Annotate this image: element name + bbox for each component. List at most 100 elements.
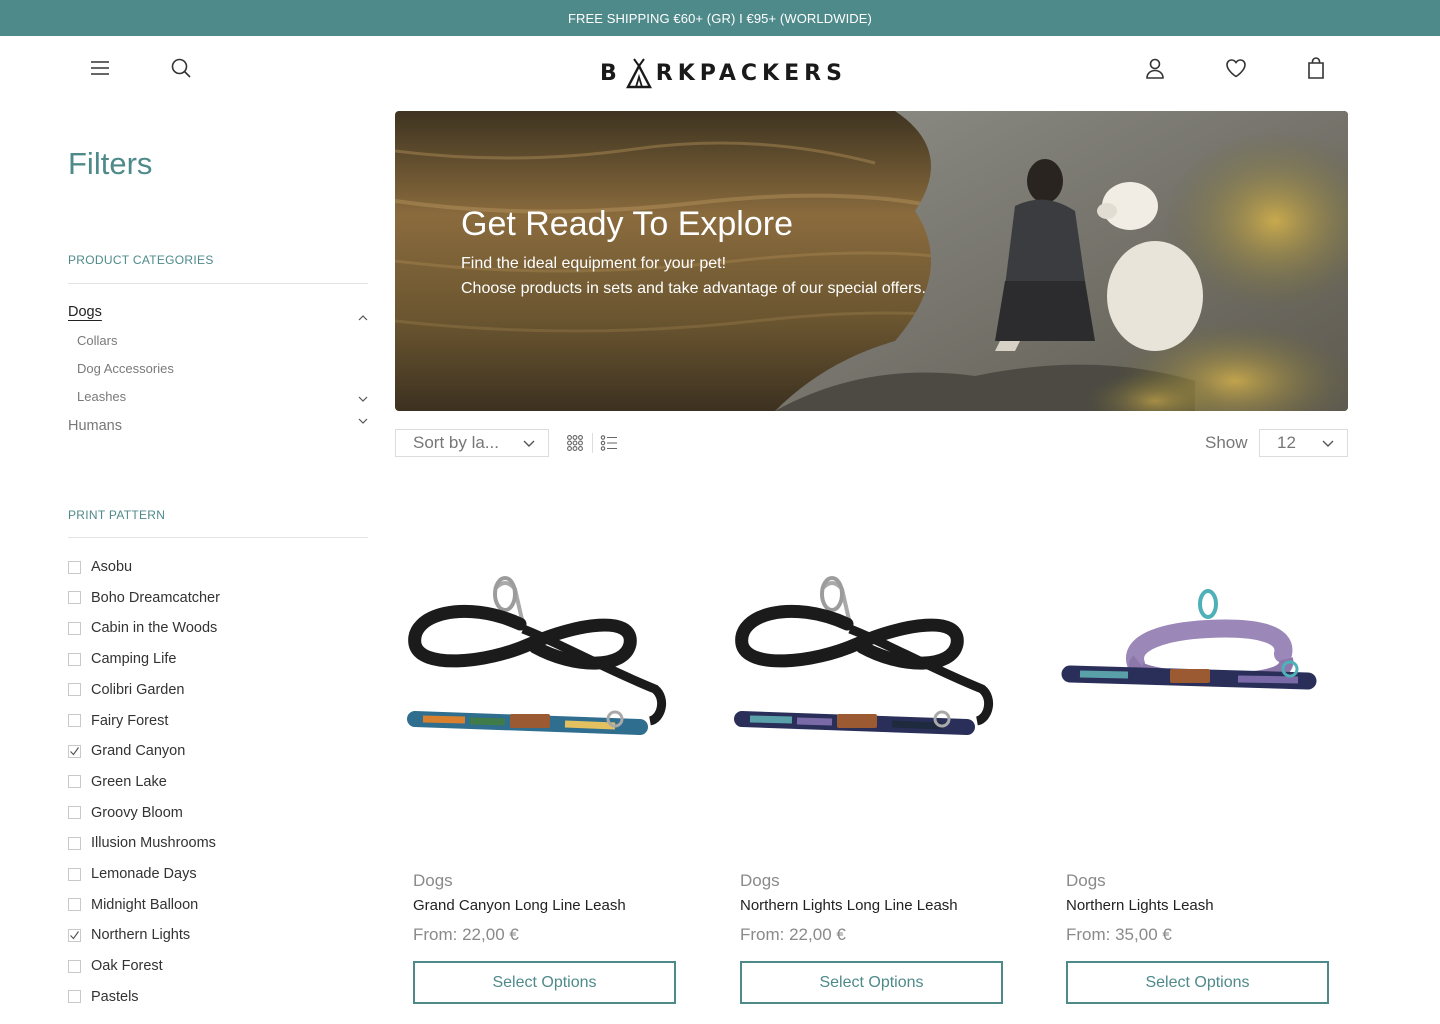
sort-value: Sort by la... xyxy=(413,433,499,452)
product-image-link[interactable] xyxy=(722,463,1012,855)
checkbox[interactable] xyxy=(68,683,81,697)
select-options-button[interactable]: Select Options xyxy=(413,961,676,1004)
pattern-filter-item[interactable]: Midnight Balloon xyxy=(68,895,198,915)
checkbox-checked[interactable] xyxy=(68,744,81,758)
product-price: From: 22,00 € xyxy=(740,925,846,944)
checkbox[interactable] xyxy=(68,775,81,789)
subcategory-leashes[interactable]: Leashes xyxy=(77,389,126,404)
list-view-icon[interactable] xyxy=(600,434,618,452)
heart-icon[interactable] xyxy=(1224,56,1248,80)
pattern-filter-item[interactable]: Pastels xyxy=(68,987,139,1007)
sort-select[interactable]: Sort by la... xyxy=(395,429,549,457)
pattern-filter-item[interactable]: Green Lake xyxy=(68,772,167,792)
subcategory-dog-accessories[interactable]: Dog Accessories xyxy=(77,361,174,376)
checkbox[interactable] xyxy=(68,714,81,727)
checkbox[interactable] xyxy=(68,806,81,820)
pattern-filter-item[interactable]: Colibri Garden xyxy=(68,680,185,700)
teepee-icon xyxy=(625,58,652,89)
show-label: Show xyxy=(1205,433,1248,452)
pattern-filter-item[interactable]: Lemonade Days xyxy=(68,864,197,884)
hero-banner: Get Ready To Explore Find the ideal equi… xyxy=(395,111,1348,411)
pattern-filter-label: Northern Lights xyxy=(91,927,191,944)
pattern-filter-label: Groovy Bloom xyxy=(91,804,183,821)
divider xyxy=(592,433,593,453)
product-category[interactable]: Dogs xyxy=(740,871,780,891)
pattern-filter-label: Oak Forest xyxy=(91,958,163,975)
pattern-filter-item[interactable]: Groovy Bloom xyxy=(68,803,183,823)
pattern-filter-item[interactable]: Northern Lights xyxy=(68,925,190,945)
checkbox[interactable] xyxy=(68,560,81,574)
pattern-filter-label: Illusion Mushrooms xyxy=(91,835,216,852)
select-options-button[interactable]: Select Options xyxy=(1066,961,1329,1004)
category-dogs[interactable]: Dogs xyxy=(68,304,102,320)
per-page-value: 12 xyxy=(1277,433,1296,452)
pattern-filter-label: Fairy Forest xyxy=(91,712,169,729)
brand-logo[interactable]: B RKPACKERS xyxy=(600,56,847,90)
product-category[interactable]: Dogs xyxy=(413,871,453,891)
logo-text-left: B xyxy=(600,60,622,86)
product-price: From: 22,00 € xyxy=(413,925,519,944)
check-icon xyxy=(70,931,79,940)
pattern-filter-item[interactable]: Boho Dreamcatcher xyxy=(68,588,220,608)
checkbox[interactable] xyxy=(68,867,81,881)
hero-subtitle-line-2: Choose products in sets and take advanta… xyxy=(461,280,926,297)
pattern-filter-label: Grand Canyon xyxy=(91,743,186,760)
chevron-down-icon xyxy=(523,440,535,447)
chevron-up-icon[interactable] xyxy=(356,311,370,325)
checkbox[interactable] xyxy=(68,836,81,850)
pattern-filter-item[interactable]: Fairy Forest xyxy=(68,711,168,731)
pattern-filter-item[interactable]: Asobu xyxy=(68,557,132,577)
hero-title: Get Ready To Explore xyxy=(461,205,793,243)
checkbox[interactable] xyxy=(68,990,81,1004)
checkbox-checked[interactable] xyxy=(68,928,81,942)
select-options-button[interactable]: Select Options xyxy=(740,961,1003,1004)
checkbox[interactable] xyxy=(68,591,81,605)
print-pattern-label: PRINT PATTERN xyxy=(68,508,166,522)
product-image xyxy=(407,576,667,735)
product-name[interactable]: Northern Lights Long Line Leash xyxy=(740,897,958,914)
pattern-filter-label: Lemonade Days xyxy=(91,866,197,882)
bag-icon[interactable] xyxy=(1304,56,1328,80)
chevron-down-icon[interactable] xyxy=(356,392,370,406)
checkbox[interactable] xyxy=(68,621,81,635)
pattern-filter-label: Colibri Garden xyxy=(91,681,185,698)
hamburger-icon[interactable] xyxy=(88,56,112,80)
logo-text-right: RKPACKERS xyxy=(655,60,847,86)
divider xyxy=(68,283,368,284)
chevron-down-icon[interactable] xyxy=(356,414,370,428)
user-icon[interactable] xyxy=(1143,56,1167,80)
pattern-filter-item[interactable]: Cabin in the Woods xyxy=(68,618,217,638)
grid-view-icon[interactable] xyxy=(566,434,584,452)
check-icon xyxy=(70,746,79,756)
product-image xyxy=(1061,589,1317,690)
pattern-filter-label: Pastels xyxy=(91,988,139,1005)
product-image-link[interactable] xyxy=(395,463,685,855)
product-name[interactable]: Northern Lights Leash xyxy=(1066,897,1214,914)
product-categories-label: PRODUCT CATEGORIES xyxy=(68,253,214,267)
search-icon[interactable] xyxy=(169,56,193,80)
subcategory-collars[interactable]: Collars xyxy=(77,333,117,348)
product-name[interactable]: Grand Canyon Long Line Leash xyxy=(413,897,626,914)
pattern-filter-item[interactable]: Oak Forest xyxy=(68,956,163,976)
pattern-filter-item[interactable]: Illusion Mushrooms xyxy=(68,833,216,853)
pattern-filter-label: Midnight Balloon xyxy=(91,896,199,913)
pattern-filter-label: Green Lake xyxy=(91,773,167,790)
checkbox[interactable] xyxy=(68,652,81,666)
checkbox[interactable] xyxy=(68,898,81,912)
pattern-filter-label: Cabin in the Woods xyxy=(91,620,218,637)
product-image xyxy=(734,576,994,735)
product-price: From: 35,00 € xyxy=(1066,925,1172,944)
product-image-link[interactable] xyxy=(1048,463,1338,855)
pattern-filter-item[interactable]: Camping Life xyxy=(68,649,176,669)
announcement-bar: FREE SHIPPING €60+ (GR) I €95+ (WORLDWID… xyxy=(0,0,1440,36)
pattern-filter-label: Camping Life xyxy=(91,651,177,668)
pattern-filter-label: Boho Dreamcatcher xyxy=(91,589,220,606)
category-humans[interactable]: Humans xyxy=(68,418,122,434)
per-page-select[interactable]: 12 xyxy=(1259,429,1348,457)
product-category[interactable]: Dogs xyxy=(1066,871,1106,891)
hero-subtitle-line-1: Find the ideal equipment for your pet! xyxy=(461,255,727,272)
checkbox[interactable] xyxy=(68,959,81,973)
filters-title: Filters xyxy=(68,146,153,181)
pattern-filter-item[interactable]: Grand Canyon xyxy=(68,741,185,761)
chevron-down-icon xyxy=(1322,440,1334,447)
